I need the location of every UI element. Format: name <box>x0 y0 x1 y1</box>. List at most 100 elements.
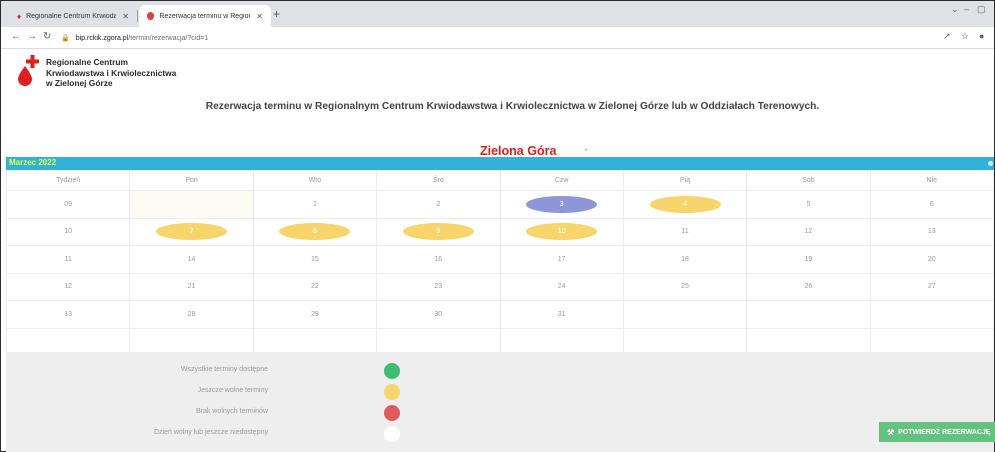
tab-divider <box>137 10 138 22</box>
calendar-body: 09 1 2 3 4 5 6 10 7 8 9 10 11 12 13 11 14 15 16 17 18 19 20 12 2… <box>5 190 995 356</box>
red-cross-logo-icon <box>26 55 39 68</box>
calendar-week-row: 12 21 22 23 24 25 26 27 <box>5 272 995 301</box>
day-cell: 20 <box>869 245 995 274</box>
day-cell[interactable]: 8 <box>252 217 378 246</box>
day-cell[interactable]: 7 <box>129 217 254 246</box>
column-header: Wto <box>252 170 378 191</box>
minimize-icon[interactable]: – <box>964 4 969 14</box>
month-label: Marzec 2022 <box>9 158 57 167</box>
day-available-pill[interactable]: 4 <box>649 195 721 213</box>
maximize-icon[interactable]: ▢ <box>977 4 986 15</box>
confirm-reservation-label: POTWIERDŹ REZERWACJĘ <box>898 428 991 436</box>
day-cell[interactable]: 4 <box>622 190 748 219</box>
column-header: Czw <box>499 170 624 191</box>
day-cell: 19 <box>746 245 871 274</box>
day-cell: 2 <box>376 190 501 219</box>
legend-label: Brak wolnych terminów <box>196 408 268 415</box>
calendar-week-row: 09 1 2 3 4 5 6 <box>5 190 995 219</box>
column-header: Pon <box>129 170 254 191</box>
logo-line: Regionalne Centrum <box>46 57 128 67</box>
day-cell: 31 <box>499 300 624 329</box>
tab-regionalne-centrum[interactable]: ♦ Regionalne Centrum Krwiodawst ✕ <box>9 5 137 27</box>
blood-drop-logo-icon <box>18 66 32 86</box>
day-cell[interactable]: 10 <box>499 217 624 246</box>
tab-title: Regionalne Centrum Krwiodawst <box>26 12 117 20</box>
legend-panel: Wszystkie terminy dostępne Jeszcze wolne… <box>6 352 994 452</box>
close-tab-icon[interactable]: ✕ <box>122 12 129 21</box>
legend-dot-yellow <box>384 384 400 400</box>
new-tab-button[interactable]: + <box>273 7 280 21</box>
day-selected-pill[interactable]: 3 <box>526 195 598 213</box>
bookmark-star-icon[interactable]: ☆ <box>961 31 969 42</box>
column-header: Tydzień <box>5 170 131 191</box>
day-available-pill[interactable]: 8 <box>279 223 351 241</box>
day-cell[interactable]: 3 <box>499 190 624 219</box>
city-selected-value: Zielona Góra <box>480 144 557 158</box>
site-favicon-icon <box>147 12 155 20</box>
day-cell: 27 <box>869 272 995 301</box>
logo-line: w Zielonej Górze <box>46 78 113 88</box>
gavel-icon: ⚒ <box>887 427 895 437</box>
logo-text[interactable]: Regionalne Centrum Krwiodawstwa i Krwiol… <box>46 57 176 89</box>
column-header: Śro <box>376 170 501 191</box>
address-bar[interactable]: 🔒 bip.rckik.zgora.pl /termin/rezerwacja/… <box>61 30 921 46</box>
tab-strip: ♦ Regionalne Centrum Krwiodawst ✕ Rezerw… <box>1 1 994 27</box>
day-cell: 21 <box>129 272 254 301</box>
tab-rezerwacja[interactable]: Rezerwacja terminu w Regional ✕ <box>139 5 271 27</box>
legend-dot-red <box>384 405 400 421</box>
column-header: Pią <box>622 170 748 191</box>
week-number: 10 <box>5 217 131 246</box>
day-cell: 28 <box>129 300 254 329</box>
forward-icon[interactable]: → <box>27 31 37 42</box>
day-cell <box>129 190 254 219</box>
page-title: Rezerwacja terminu w Regionalnym Centrum… <box>205 101 820 112</box>
calendar-table: Tydzień Pon Wto Śro Czw Pią Sob Nie 09 1 2… <box>5 170 995 356</box>
legend-label: Dzień wolny lub jeszcze niedostępny <box>153 429 268 436</box>
day-available-pill[interactable]: 7 <box>156 223 228 241</box>
calendar-week-row: 11 14 15 16 17 18 19 20 <box>5 245 995 274</box>
navigation-bar: ← → ↻ 🔒 bip.rckik.zgora.pl /termin/rezer… <box>1 27 994 49</box>
tab-title: Rezerwacja terminu w Regional <box>159 12 251 20</box>
day-cell: 24 <box>499 272 624 301</box>
back-icon[interactable]: ← <box>11 31 21 42</box>
day-cell: 1 <box>252 190 378 219</box>
day-cell: 30 <box>376 300 501 329</box>
dropdown-caret-icon: - <box>585 145 588 154</box>
lock-icon: 🔒 <box>61 35 70 42</box>
day-cell[interactable]: 9 <box>376 217 501 246</box>
blood-drop-favicon-icon: ♦ <box>17 11 22 21</box>
week-number: 09 <box>5 190 131 219</box>
day-cell <box>869 300 995 329</box>
legend-label: Jeszcze wolne terminy <box>197 387 268 394</box>
day-cell: 16 <box>376 245 501 274</box>
day-cell: 22 <box>252 272 378 301</box>
logo-line: Krwiodawstwa i Krwiolecznictwa <box>46 67 177 78</box>
confirm-reservation-button[interactable]: ⚒ POTWIERDŹ REZERWACJĘ <box>879 422 995 442</box>
day-cell: 29 <box>252 300 378 329</box>
column-header: Nie <box>869 170 995 191</box>
day-cell: 25 <box>622 272 748 301</box>
day-cell: 11 <box>622 217 748 246</box>
day-cell: 23 <box>376 272 501 301</box>
day-cell: 17 <box>499 245 624 274</box>
day-cell: 14 <box>129 245 254 274</box>
week-number: 11 <box>5 245 131 274</box>
week-number: 13 <box>5 300 131 329</box>
week-number: 12 <box>5 272 131 301</box>
close-tab-icon[interactable]: ✕ <box>256 12 263 21</box>
day-cell: 5 <box>746 190 871 219</box>
day-cell: 18 <box>622 245 748 274</box>
share-icon[interactable]: ↗ <box>943 31 951 42</box>
url-path: /termin/rezerwacja/?cid=1 <box>128 34 209 42</box>
day-cell <box>622 300 748 329</box>
legend-dot-white <box>384 426 400 442</box>
day-cell: 26 <box>746 272 871 301</box>
reload-icon[interactable]: ↻ <box>43 31 51 42</box>
tab-search-icon[interactable]: ⌄ <box>951 4 959 15</box>
day-cell: 15 <box>252 245 378 274</box>
day-available-pill[interactable]: 9 <box>402 223 474 241</box>
day-cell <box>746 300 871 329</box>
profile-icon[interactable]: ● <box>979 31 984 41</box>
day-cell: 13 <box>869 217 995 246</box>
day-available-pill[interactable]: 10 <box>526 223 598 241</box>
